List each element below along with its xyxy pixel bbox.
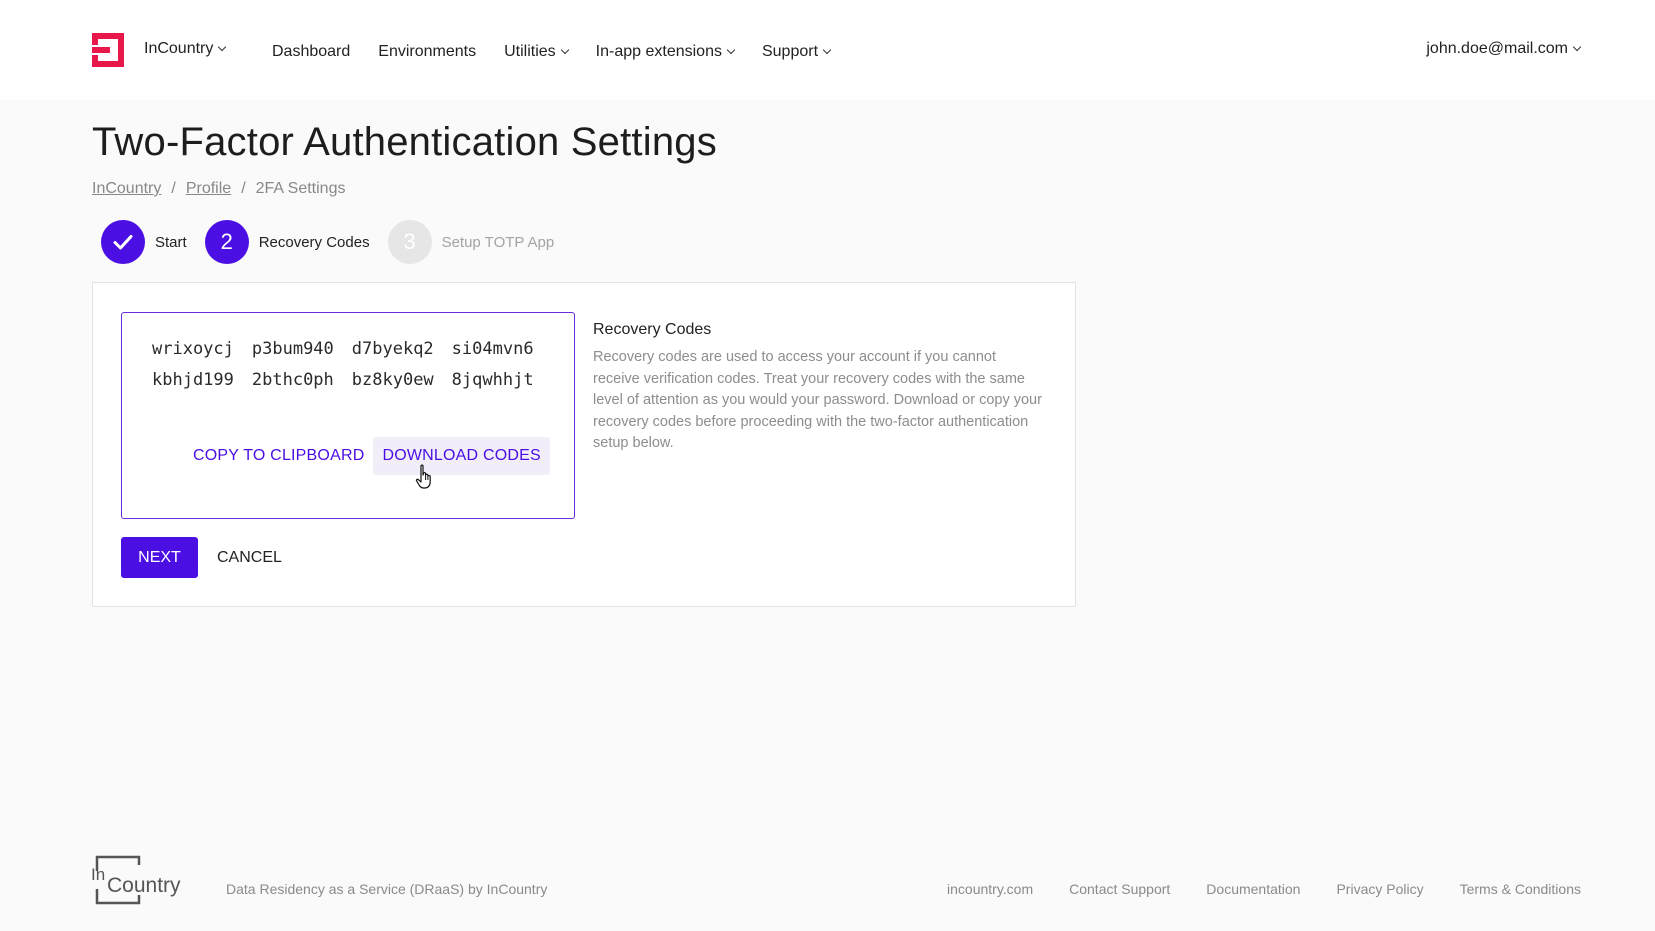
nav-environments-label: Environments xyxy=(378,43,477,60)
nav-in-app-extensions[interactable]: In-app extensions xyxy=(595,40,736,63)
recovery-codes-box: wrixoycj p3bum940 d7byekq2 si04mvn6 kbhj… xyxy=(121,312,575,519)
hand-pointer-icon xyxy=(415,464,431,489)
main-nav: Dashboard Environments Utilities In-app … xyxy=(272,40,858,63)
download-codes-button[interactable]: DOWNLOAD CODES xyxy=(373,437,550,475)
user-menu[interactable]: john.doe@mail.com xyxy=(1426,40,1582,58)
chevron-down-icon xyxy=(218,42,227,52)
breadcrumb-separator: / xyxy=(171,180,176,197)
recovery-code: si04mvn6 xyxy=(451,339,534,359)
footer-link-terms[interactable]: Terms & Conditions xyxy=(1460,881,1581,897)
info-text: Recovery codes are used to access your a… xyxy=(593,349,1042,451)
form-actions: NEXT CANCEL xyxy=(121,537,282,578)
breadcrumb-separator: / xyxy=(241,180,246,197)
stepper: Start 2 Recovery Codes 3 Setup TOTP App xyxy=(101,220,572,264)
nav-dashboard[interactable]: Dashboard xyxy=(272,41,350,63)
recovery-code: wrixoycj xyxy=(152,339,234,359)
footer-link-incountry[interactable]: incountry.com xyxy=(947,881,1033,897)
org-selector-label: InCountry xyxy=(144,40,214,57)
recovery-code: d7byekq2 xyxy=(351,339,434,359)
recovery-codes-card: wrixoycj p3bum940 d7byekq2 si04mvn6 kbhj… xyxy=(92,282,1076,607)
recovery-code: kbhjd199 xyxy=(152,370,234,390)
svg-text:Country: Country xyxy=(107,874,181,897)
user-email: john.doe@mail.com xyxy=(1426,40,1568,57)
nav-support[interactable]: Support xyxy=(761,40,832,63)
copy-to-clipboard-button[interactable]: COPY TO CLIPBOARD xyxy=(184,437,373,475)
footer-link-documentation[interactable]: Documentation xyxy=(1206,881,1300,897)
page-title: Two-Factor Authentication Settings xyxy=(92,120,717,164)
chevron-down-icon xyxy=(560,45,569,54)
top-header: InCountry Dashboard Environments Utiliti… xyxy=(0,0,1655,100)
nav-support-label: Support xyxy=(761,42,819,60)
nav-utilities[interactable]: Utilities xyxy=(504,40,569,63)
step-start-circle xyxy=(101,220,145,264)
recovery-code: p3bum940 xyxy=(251,339,334,359)
recovery-codes-info: Recovery Codes Recovery codes are used t… xyxy=(593,321,1043,455)
recovery-code: 8jqwhhjt xyxy=(451,370,534,390)
footer-link-contact-support[interactable]: Contact Support xyxy=(1069,881,1170,897)
breadcrumb-incountry[interactable]: InCountry xyxy=(92,180,161,198)
step-start-label: Start xyxy=(155,233,187,251)
chevron-down-icon xyxy=(726,45,736,54)
recovery-codes-list: wrixoycj p3bum940 d7byekq2 si04mvn6 kbhj… xyxy=(152,339,534,390)
step-recovery-codes-label: Recovery Codes xyxy=(258,233,370,251)
footer-link-privacy-policy[interactable]: Privacy Policy xyxy=(1336,881,1423,897)
codes-actions: COPY TO CLIPBOARD DOWNLOAD CODES xyxy=(184,437,550,475)
next-button[interactable]: NEXT xyxy=(121,537,198,578)
svg-text:In: In xyxy=(91,865,105,884)
step-start: Start xyxy=(101,220,187,264)
recovery-code: 2bthc0ph xyxy=(251,370,334,390)
breadcrumb: InCountry / Profile / 2FA Settings xyxy=(92,180,345,198)
step-recovery-codes-number: 2 xyxy=(204,220,249,264)
recovery-code: bz8ky0ew xyxy=(351,370,434,390)
nav-in-app-extensions-label: In-app extensions xyxy=(595,42,722,60)
incountry-footer-logo-icon[interactable]: In Country xyxy=(91,855,186,905)
step-setup-totp-label: Setup TOTP App xyxy=(441,233,555,251)
footer-tagline: Data Residency as a Service (DRaaS) by I… xyxy=(226,881,548,897)
step-setup-totp: 3 Setup TOTP App xyxy=(387,220,555,264)
breadcrumb-current: 2FA Settings xyxy=(255,180,346,197)
step-recovery-codes: 2 Recovery Codes xyxy=(204,220,370,264)
nav-dashboard-label: Dashboard xyxy=(272,43,351,60)
page-root: InCountry Dashboard Environments Utiliti… xyxy=(0,0,1655,931)
breadcrumb-profile[interactable]: Profile xyxy=(186,180,231,198)
chevron-down-icon xyxy=(1572,42,1582,52)
step-setup-totp-number: 3 xyxy=(387,220,432,264)
footer-links: incountry.com Contact Support Documentat… xyxy=(911,881,1581,897)
check-icon xyxy=(113,235,133,250)
info-title: Recovery Codes xyxy=(593,321,712,338)
nav-environments[interactable]: Environments xyxy=(378,41,476,63)
incountry-logo-icon[interactable] xyxy=(92,33,124,67)
org-selector[interactable]: InCountry xyxy=(144,40,227,58)
nav-utilities-label: Utilities xyxy=(504,42,556,60)
cancel-button[interactable]: CANCEL xyxy=(217,549,282,567)
chevron-down-icon xyxy=(822,45,832,54)
